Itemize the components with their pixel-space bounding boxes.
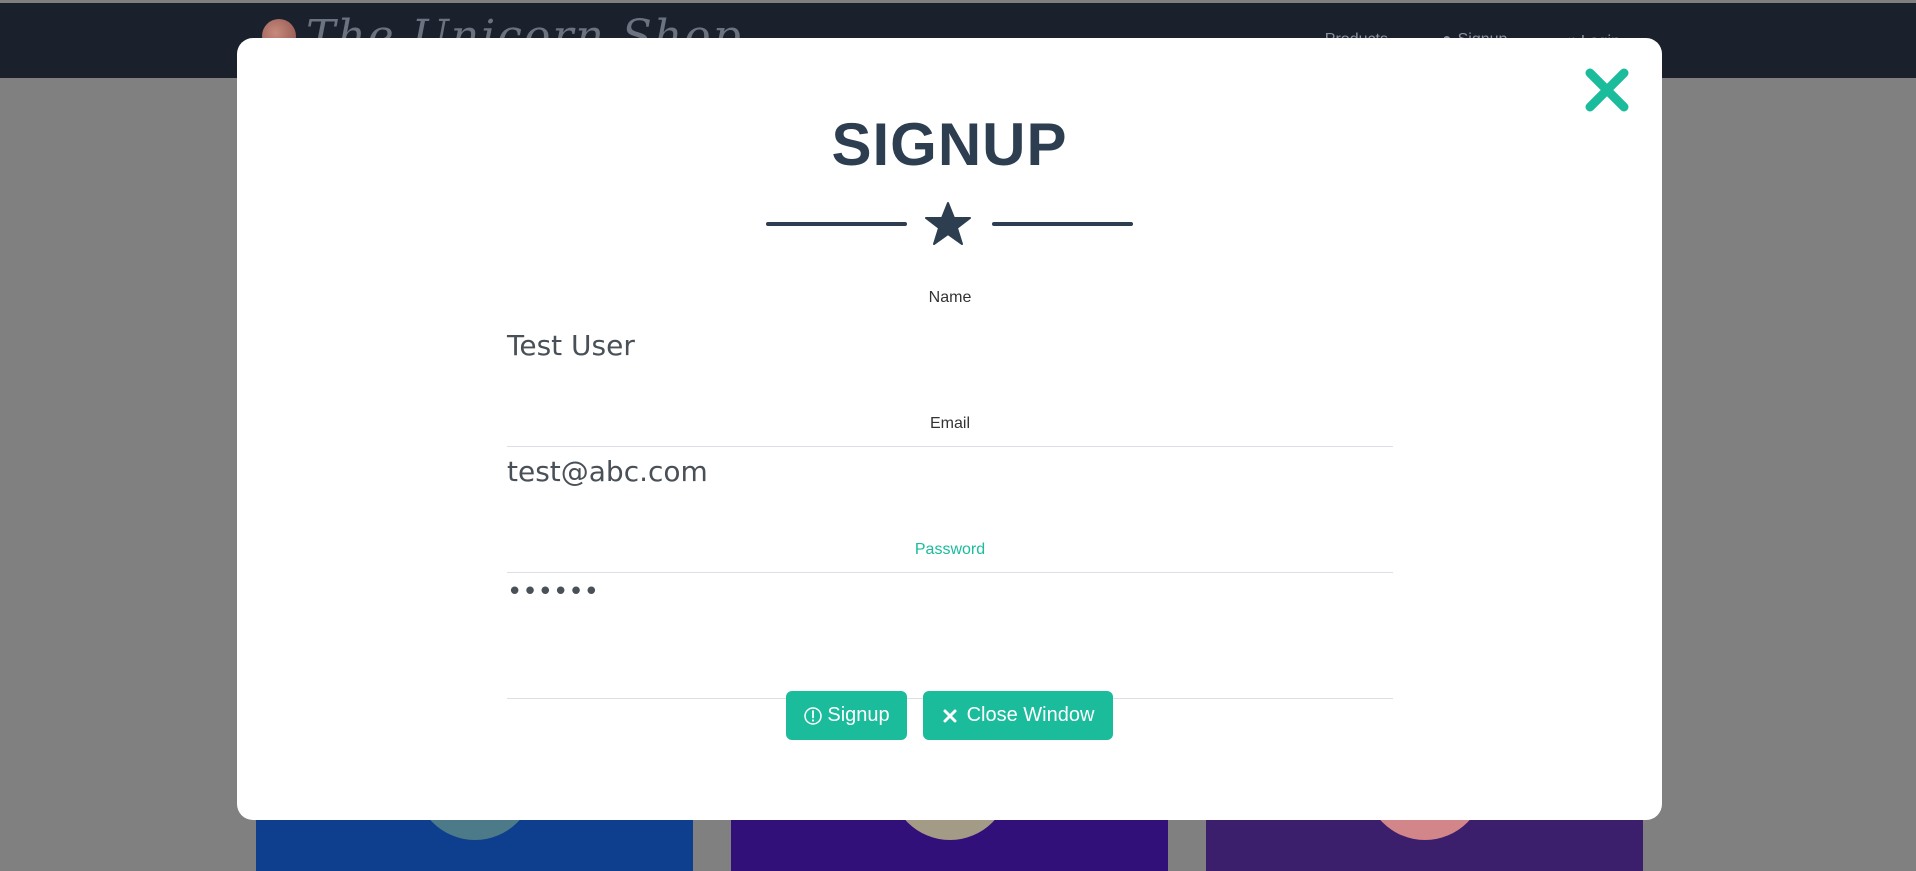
close-icon[interactable] [1581, 64, 1633, 116]
password-field-group: Password •••••• [507, 541, 1393, 701]
name-label: Name [928, 289, 972, 306]
name-input[interactable]: Test User [507, 329, 635, 362]
close-icon [942, 708, 958, 724]
info-circle-icon [803, 706, 823, 726]
email-label: Email [929, 415, 970, 432]
signup-modal: SIGNUP Name Test User Email test@abc.com… [237, 38, 1662, 820]
password-field[interactable]: •••••• [507, 577, 599, 607]
signup-button[interactable]: Signup [786, 691, 907, 740]
close-window-button-label: Close Window [966, 704, 1095, 726]
title-divider [766, 202, 1133, 250]
email-field[interactable]: test@abc.com [507, 455, 708, 488]
divider-line [992, 222, 1133, 226]
password-label: Password [914, 541, 986, 558]
modal-title: SIGNUP [831, 111, 1068, 178]
signup-button-label: Signup [827, 704, 890, 726]
star-icon [925, 202, 971, 245]
divider-line [766, 222, 907, 226]
close-window-button[interactable]: Close Window [923, 691, 1113, 740]
